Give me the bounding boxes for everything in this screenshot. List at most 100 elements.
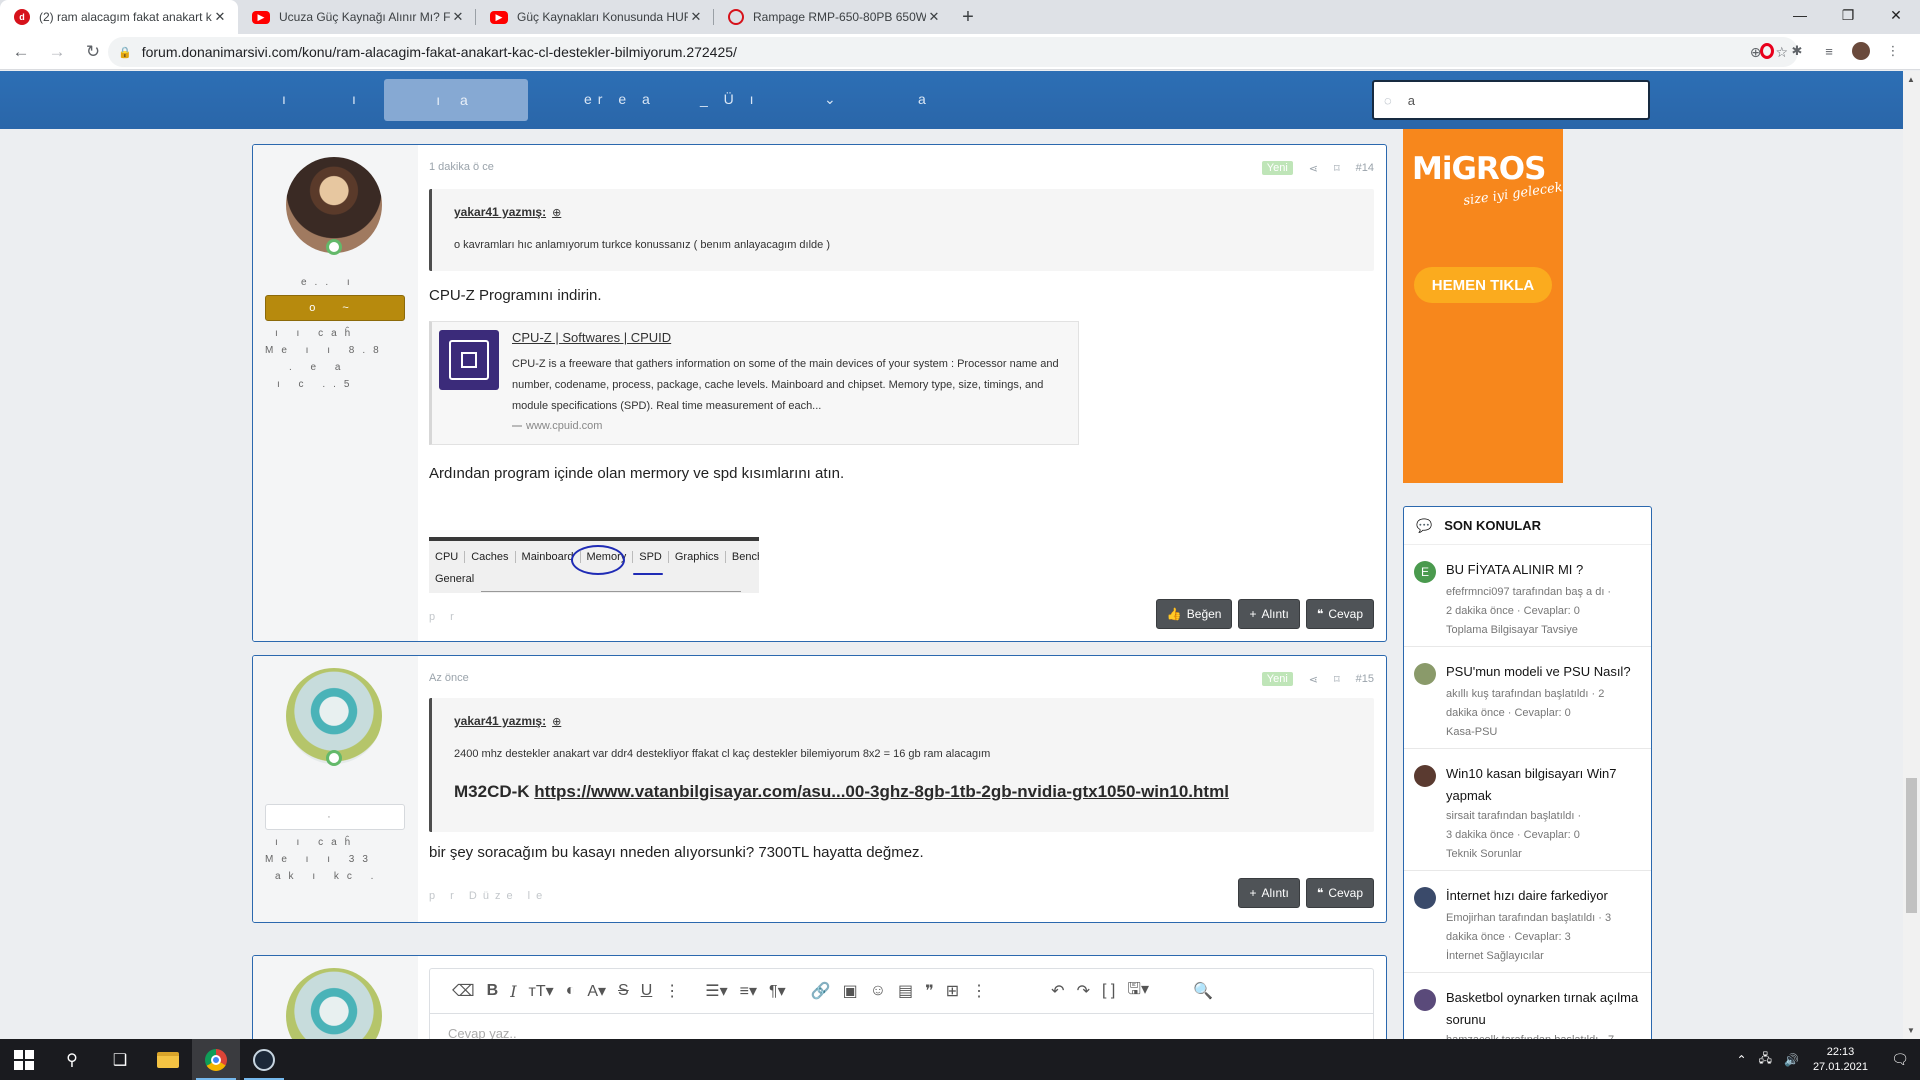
reload-icon[interactable]: ↻: [78, 37, 108, 67]
bookmark-icon[interactable]: ⌑: [1334, 162, 1340, 175]
browser-tab-4[interactable]: Rampage RMP-650-80PB 650W ✕: [714, 0, 952, 34]
topic-item[interactable]: PSU'mun modeli ve PSU Nasıl? akıllı kuş …: [1404, 647, 1651, 749]
chevron-up-icon[interactable]: ⌃: [1737, 1053, 1747, 1067]
topic-title[interactable]: PSU'mun modeli ve PSU Nasıl?: [1446, 661, 1642, 683]
topic-title[interactable]: İnternet hızı daire farkediyor: [1446, 885, 1642, 907]
nav-item-selected[interactable]: ı a: [384, 79, 528, 121]
search-icon[interactable]: ⚲: [48, 1039, 96, 1080]
topic-title[interactable]: Win10 kasan bilgisayarı Win7 yapmak: [1446, 763, 1642, 807]
nav-item[interactable]: ı: [352, 91, 362, 107]
link-embed[interactable]: CPU-Z | Softwares | CPUID CPU-Z is a fre…: [429, 321, 1079, 445]
topic-item[interactable]: Basketbol oynarken tırnak açılma sorunu …: [1404, 973, 1651, 1039]
reply-button[interactable]: ❝ Cevap: [1305, 878, 1374, 908]
image-icon[interactable]: ▣: [843, 981, 858, 1001]
reply-textarea[interactable]: Cevap yaz..: [429, 1014, 1374, 1039]
topic-category[interactable]: İnternet Sağlayıcılar: [1446, 947, 1642, 966]
embed-title[interactable]: CPU-Z | Softwares | CPUID: [512, 330, 671, 345]
post-date[interactable]: 1 dakika ö ce: [429, 161, 494, 173]
redo-icon[interactable]: ↷: [1077, 981, 1090, 1001]
avatar[interactable]: [1414, 663, 1436, 685]
volume-icon[interactable]: 🔊: [1784, 1053, 1799, 1067]
topic-category[interactable]: Teknik Sorunlar: [1446, 845, 1642, 864]
bold-icon[interactable]: B: [487, 982, 499, 1000]
topic-item[interactable]: İnternet hızı daire farkediyor Emojirhan…: [1404, 871, 1651, 973]
new-tab-button[interactable]: +: [952, 0, 984, 34]
kebab-menu-icon[interactable]: ⋮: [1884, 42, 1902, 60]
share-icon[interactable]: ⋖: [1309, 162, 1318, 175]
more-icon[interactable]: ⋮: [971, 981, 987, 1001]
avatar[interactable]: [1414, 887, 1436, 909]
text-size-icon[interactable]: тT▾: [529, 981, 554, 1001]
like-button[interactable]: 👍 Beğen: [1155, 599, 1233, 629]
reply-button[interactable]: ❝ Cevap: [1305, 599, 1374, 629]
product-link[interactable]: https://www.vatanbilgisayar.com/asu...00…: [534, 782, 1229, 801]
quote-author[interactable]: yakar41 yazmış: ⊕: [454, 714, 561, 728]
topic-item[interactable]: Win10 kasan bilgisayarı Win7 yapmak sirs…: [1404, 749, 1651, 871]
arrow-up-circle-icon[interactable]: ⊕: [552, 716, 561, 728]
close-icon[interactable]: ✕: [688, 9, 704, 25]
drafts-icon[interactable]: 🖫▾: [1127, 978, 1149, 1005]
restore-icon[interactable]: ❐: [1824, 0, 1872, 30]
notification-icon[interactable]: 🗨: [1880, 1051, 1920, 1068]
cpuz-screenshot[interactable]: CPU Caches Mainboard Memory SPD Graphics…: [429, 537, 759, 593]
page-scrollbar[interactable]: ▲ ▼: [1903, 71, 1920, 1039]
topic-category[interactable]: Kasa-PSU: [1446, 723, 1642, 742]
palette-icon[interactable]: ◐: [566, 982, 576, 1000]
post-footer-links[interactable]: p r Düze le: [429, 890, 548, 902]
forward-arrow-icon[interactable]: →: [42, 37, 72, 67]
steam-taskbar-icon[interactable]: [240, 1039, 288, 1080]
nav-item[interactable]: er e a: [584, 91, 656, 107]
close-icon[interactable]: ✕: [450, 9, 466, 25]
address-bar[interactable]: 🔒 forum.donanimarsivi.com/konu/ram-alaca…: [108, 37, 1798, 67]
close-icon[interactable]: ✕: [926, 9, 942, 25]
back-arrow-icon[interactable]: ←: [6, 37, 36, 67]
avatar[interactable]: [1414, 765, 1436, 787]
paragraph-icon[interactable]: ¶▾: [769, 981, 786, 1001]
share-icon[interactable]: ⋖: [1309, 673, 1318, 686]
font-color-icon[interactable]: A▾: [587, 981, 606, 1001]
topic-item[interactable]: E BU FİYATA ALINIR MI ? efefrmnci097 tar…: [1404, 545, 1651, 647]
task-view-icon[interactable]: ❑: [96, 1039, 144, 1080]
bookmark-icon[interactable]: ⌑: [1334, 673, 1340, 686]
browser-tab-1[interactable]: d (2) ram alacagım fakat anakart kaç ✕: [0, 0, 238, 34]
scroll-down-icon[interactable]: ▼: [1907, 1026, 1915, 1035]
avatar[interactable]: E: [1414, 561, 1436, 583]
profile-avatar-icon[interactable]: [1852, 42, 1870, 60]
clock[interactable]: 22:13 27.01.2021: [1813, 1045, 1868, 1075]
post-date[interactable]: Az önce: [429, 672, 469, 684]
emoji-icon[interactable]: ☺: [870, 982, 886, 1000]
arrow-up-circle-icon[interactable]: ⊕: [552, 207, 561, 219]
underline-icon[interactable]: U: [641, 982, 653, 1000]
quote-button[interactable]: + Alıntı: [1238, 599, 1300, 629]
puzzle-icon[interactable]: ✱: [1788, 42, 1806, 60]
topic-category[interactable]: Toplama Bilgisayar Tavsiye: [1446, 621, 1642, 640]
browser-tab-3[interactable]: ▶ Güç Kaynakları Konusunda HURA ✕: [476, 0, 714, 34]
ad-cta-button[interactable]: HEMEN TIKLA: [1414, 267, 1552, 303]
migros-ad-banner[interactable]: MiGROS size iyi gelecek HEMEN TIKLA: [1403, 129, 1564, 483]
close-window-icon[interactable]: ✕: [1872, 0, 1920, 30]
undo-icon[interactable]: ↶: [1051, 981, 1064, 1001]
topic-title[interactable]: BU FİYATA ALINIR MI ?: [1446, 559, 1642, 581]
preview-icon[interactable]: 🔍: [1193, 981, 1213, 1001]
chrome-taskbar-icon[interactable]: [192, 1039, 240, 1080]
scroll-up-icon[interactable]: ▲: [1907, 75, 1915, 84]
minimize-icon[interactable]: —: [1776, 0, 1824, 30]
opera-extension-icon[interactable]: [1760, 43, 1774, 59]
media-icon[interactable]: ▤: [898, 981, 913, 1001]
nav-item[interactable]: ı: [282, 91, 292, 107]
italic-icon[interactable]: I: [510, 982, 516, 1001]
media-queue-icon[interactable]: ≡: [1820, 42, 1838, 60]
close-icon[interactable]: ✕: [212, 9, 228, 25]
link-icon[interactable]: 🔗: [811, 981, 831, 1001]
file-explorer-icon[interactable]: [144, 1039, 192, 1080]
nav-item[interactable]: a: [918, 91, 932, 107]
quote-icon[interactable]: ❞: [925, 981, 934, 1001]
start-button[interactable]: [0, 1039, 48, 1080]
browser-tab-2[interactable]: ▶ Ucuza Güç Kaynağı Alınır Mı? Fris ✕: [238, 0, 476, 34]
strike-icon[interactable]: S: [618, 982, 629, 1000]
post-number[interactable]: #14: [1356, 162, 1374, 174]
search-input[interactable]: ◌ a: [1372, 80, 1650, 120]
align-icon[interactable]: ≡▾: [740, 981, 757, 1001]
username[interactable]: e.. ı: [301, 277, 358, 288]
network-icon[interactable]: 🖧: [1759, 1049, 1772, 1070]
